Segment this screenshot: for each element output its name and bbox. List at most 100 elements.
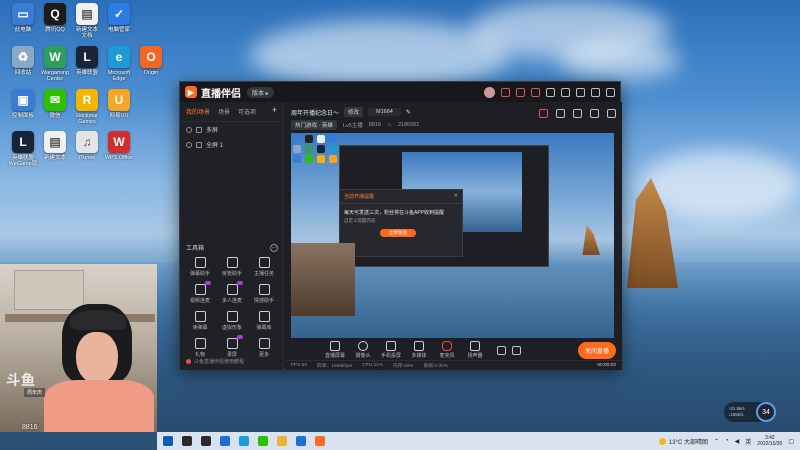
pin-icon[interactable] [573,109,582,118]
gear-icon[interactable] [512,345,521,355]
share-icon[interactable] [607,109,616,118]
dialog-subtext[interactable]: 自定义提醒内容 [340,218,462,224]
network-icon[interactable]: ◔ [725,438,729,444]
toolbox-item[interactable]: 房管助手 [216,257,248,277]
desktop-icon[interactable]: ▣ 控制面板 [5,89,41,119]
phone-icon [386,341,396,351]
status-bar: FPS:60 码率：1985kbps CPU:11% 内存:45% 丢帧:0.0… [285,360,622,370]
app-icon: ▣ [12,89,34,111]
pencil-icon[interactable]: ✎ [406,109,411,116]
notification-icon[interactable]: ▢ [788,438,794,445]
gift-icon[interactable] [516,87,525,97]
desktop-icon[interactable]: ▤ 新建文本 文档 [69,3,105,39]
maximize-icon[interactable] [591,87,600,97]
edit-title-button[interactable]: 修改 [344,107,364,117]
desktop-icon[interactable]: ♫ iTunes [69,131,105,161]
screen-capture-button[interactable]: 直播屏幕 [321,341,349,359]
toolbox-item[interactable]: 视频连麦 [184,281,216,304]
desktop-icon[interactable]: R Rockstar Games [69,89,105,125]
input-method[interactable]: 英 [745,437,751,446]
app-icon: Q [44,3,66,25]
toolbox-item[interactable]: 录屏 [216,335,248,358]
send-reminder-button[interactable]: 立即发送 [380,229,416,237]
desktop-icon[interactable]: L 英雄联盟 [69,46,105,76]
store-icon[interactable] [296,436,306,446]
explorer-icon[interactable] [277,436,287,446]
toolbox-item[interactable]: 主播任务 [248,257,280,277]
desktop-icon[interactable]: e Microsoft Edge [101,46,137,82]
toolbox-item[interactable]: 弹幕助手 [184,257,216,277]
lock-icon[interactable] [196,126,202,133]
eye-icon[interactable] [186,126,192,133]
dialog-close-icon[interactable]: ✕ [454,193,458,200]
edge-icon[interactable] [239,436,249,446]
window-titlebar[interactable]: ▶ 直播伴侣 版本 ▸ [180,82,620,102]
toolbox-item[interactable]: 读弹幕 [184,311,216,331]
chat-icon[interactable] [531,87,540,97]
stream-preview[interactable]: 当前开播提醒 ✕ 每天可发送三次，粉丝将在斗鱼APP收到提醒 自定义提醒内容 立… [291,133,614,338]
toolbox-item[interactable]: 多人连麦 [216,281,248,304]
settings-icon[interactable] [546,87,555,97]
live-companion-icon[interactable] [315,436,325,446]
weather-widget[interactable]: 13°C 大部晴朗 [658,437,708,446]
minimize-icon[interactable] [576,87,585,97]
source-label: 全屏 1 [206,143,224,149]
desktop-icon[interactable]: O Origin [133,46,169,76]
microphone-button[interactable]: 麦克风 [433,341,461,359]
desktop-icon[interactable]: U 网易UU [101,89,137,119]
search-icon[interactable] [182,436,192,446]
lock-icon[interactable] [196,141,202,148]
toolbox-item[interactable]: 虚拟形象 [216,311,248,331]
user-avatar[interactable] [484,86,495,98]
desktop-icon-label: 新建文本 文档 [75,27,98,39]
tab-scenes[interactable]: 场景 [218,107,230,116]
wechat-icon[interactable] [258,436,268,446]
message-icon[interactable] [501,87,510,97]
tutorial-link[interactable]: 斗鱼直播伴侣使用教程 [186,358,244,365]
media-button[interactable]: 多媒体 [405,341,433,359]
desktop-icon[interactable]: ✉ 微信 [37,89,73,119]
add-scene-button[interactable]: + [272,106,277,116]
tool-label: 读弹幕 [192,325,208,331]
category-pill[interactable]: 热门游戏 · 英雄 [291,120,337,130]
eye-icon[interactable] [497,345,506,355]
live-companion-window[interactable]: ▶ 直播伴侣 版本 ▸ 我的场景 场景 可选项 + 多屏 全屏 1 工具箱 ··… [179,81,622,370]
eye-icon[interactable] [186,141,192,148]
desktop-icon[interactable]: Q 腾讯QQ [37,3,73,33]
version-pill[interactable]: 版本 ▸ [247,86,274,98]
toolbox-more-button[interactable]: ··· [270,243,278,252]
clock[interactable]: 3:42 2022/10/30 [757,435,782,447]
toolbox-item[interactable]: 情感助手 [248,284,280,304]
phone-cast-button[interactable]: 手机投屏 [377,341,405,359]
broadcast-reminder-dialog[interactable]: 当前开播提醒 ✕ 每天可发送三次，粉丝将在斗鱼APP收到提醒 自定义提醒内容 立… [339,189,463,257]
close-icon[interactable] [606,87,615,97]
source-item[interactable]: 全屏 1 [180,137,283,152]
desktop-icon[interactable]: ✓ 电脑管家 [101,3,137,33]
speaker-button[interactable]: 扬声器 [461,341,489,359]
taskview-icon[interactable] [201,436,211,446]
toolbox-item[interactable]: 礼物 [184,338,216,358]
tab-options[interactable]: 可选项 [238,107,256,116]
gift-icon[interactable] [539,109,548,118]
desktop-icon[interactable]: ▤ 新建文本 [37,131,73,161]
desktop-icon[interactable]: ▭ 此电脑 [5,3,41,33]
volume-icon[interactable]: ◀ [735,438,740,445]
tab-my-scenes[interactable]: 我的场景 [186,107,210,116]
bell-icon[interactable] [590,109,599,118]
desktop-icon[interactable]: W WPS Office [101,131,137,161]
start-icon[interactable] [163,436,173,446]
end-live-button[interactable]: 关闭直播 [577,341,616,359]
desktop-icon[interactable]: L 英雄联盟 WeGame版 [5,131,41,167]
network-meter-widget[interactable]: ↑41.5k/s ↓165k/s 34 [724,402,776,422]
widgets-icon[interactable] [220,436,230,446]
toolbox-item[interactable]: 更多 [248,338,280,358]
camera-button[interactable]: 摄像头 [349,341,377,359]
desktop-icon[interactable]: W Wargaming Center [37,46,73,82]
desktop-icon[interactable]: ♻ 回收站 [5,46,41,76]
source-item[interactable]: 多屏 [180,122,283,137]
lock-icon[interactable] [556,109,565,118]
toolbox-item[interactable]: 弹幕库 [248,311,280,331]
live-timer: 00:00:02 [597,363,616,368]
chevron-up-icon[interactable]: ⌃ [714,438,719,445]
menu-icon[interactable] [561,87,570,97]
